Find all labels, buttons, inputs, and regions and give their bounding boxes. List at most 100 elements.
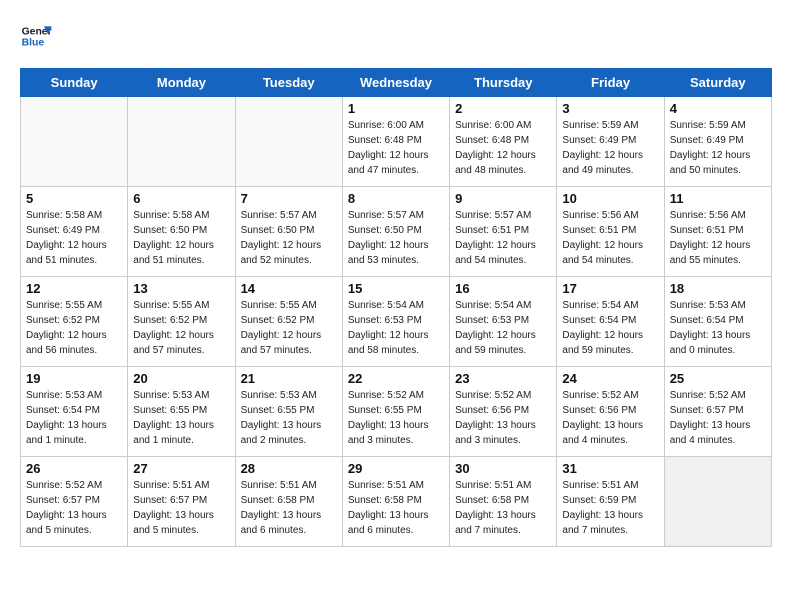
cell-info: Sunrise: 5:53 AMSunset: 6:54 PMDaylight:…	[670, 298, 766, 358]
day-number: 6	[133, 191, 229, 206]
cell-info: Sunrise: 5:58 AMSunset: 6:50 PMDaylight:…	[133, 208, 229, 268]
day-number: 25	[670, 371, 766, 386]
day-header-tuesday: Tuesday	[235, 69, 342, 97]
cell-info: Sunrise: 5:55 AMSunset: 6:52 PMDaylight:…	[133, 298, 229, 358]
day-number: 26	[26, 461, 122, 476]
week-row-5: 26 Sunrise: 5:52 AMSunset: 6:57 PMDayligh…	[21, 457, 772, 547]
cell-info: Sunrise: 5:51 AMSunset: 6:58 PMDaylight:…	[241, 478, 337, 538]
cell-info: Sunrise: 5:57 AMSunset: 6:51 PMDaylight:…	[455, 208, 551, 268]
day-number: 22	[348, 371, 444, 386]
calendar-cell: 16Sunrise: 5:54 AMSunset: 6:53 PMDayligh…	[450, 277, 557, 367]
cell-info: Sunrise: 5:53 AMSunset: 6:55 PMDaylight:…	[241, 388, 337, 448]
day-header-sunday: Sunday	[21, 69, 128, 97]
day-number: 8	[348, 191, 444, 206]
day-number: 7	[241, 191, 337, 206]
day-number: 10	[562, 191, 658, 206]
day-number: 17	[562, 281, 658, 296]
cell-info: Sunrise: 5:51 AMSunset: 6:58 PMDaylight:…	[455, 478, 551, 538]
calendar-cell: 27Sunrise: 5:51 AMSunset: 6:57 PMDayligh…	[128, 457, 235, 547]
calendar-cell: 17 Sunrise: 5:54 AMSunset: 6:54 PMDayligh…	[557, 277, 664, 367]
week-row-3: 12 Sunrise: 5:55 AMSunset: 6:52 PMDayligh…	[21, 277, 772, 367]
day-header-friday: Friday	[557, 69, 664, 97]
day-header-saturday: Saturday	[664, 69, 771, 97]
day-number: 15	[348, 281, 444, 296]
cell-info: Sunrise: 5:55 AMSunset: 6:52 PMDaylight:…	[241, 298, 337, 358]
calendar-cell: 14 Sunrise: 5:55 AMSunset: 6:52 PMDayligh…	[235, 277, 342, 367]
cell-info: Sunrise: 5:54 AMSunset: 6:53 PMDaylight:…	[348, 298, 444, 358]
calendar-cell	[235, 97, 342, 187]
day-number: 18	[670, 281, 766, 296]
logo: General Blue	[20, 20, 52, 52]
calendar-cell: 9 Sunrise: 5:57 AMSunset: 6:51 PMDaylight…	[450, 187, 557, 277]
day-number: 23	[455, 371, 551, 386]
day-number: 3	[562, 101, 658, 116]
day-number: 29	[348, 461, 444, 476]
calendar-cell: 1 Sunrise: 6:00 AMSunset: 6:48 PMDaylight…	[342, 97, 449, 187]
cell-info: Sunrise: 6:00 AMSunset: 6:48 PMDaylight:…	[455, 118, 551, 178]
cell-info: Sunrise: 5:54 AMSunset: 6:53 PMDaylight:…	[455, 298, 551, 358]
calendar-cell: 23 Sunrise: 5:52 AMSunset: 6:56 PMDayligh…	[450, 367, 557, 457]
week-row-4: 19 Sunrise: 5:53 AMSunset: 6:54 PMDayligh…	[21, 367, 772, 457]
calendar-cell: 3Sunrise: 5:59 AMSunset: 6:49 PMDaylight…	[557, 97, 664, 187]
calendar-cell: 8 Sunrise: 5:57 AMSunset: 6:50 PMDaylight…	[342, 187, 449, 277]
calendar-header: General Blue	[20, 20, 772, 52]
day-number: 30	[455, 461, 551, 476]
calendar-cell: 12Sunrise: 5:55 AMSunset: 6:52 PMDayligh…	[21, 277, 128, 367]
calendar-cell: 29 Sunrise: 5:51 AMSunset: 6:58 PMDayligh…	[342, 457, 449, 547]
day-number: 28	[241, 461, 337, 476]
calendar-cell: 22Sunrise: 5:52 AMSunset: 6:55 PMDayligh…	[342, 367, 449, 457]
cell-info: Sunrise: 5:56 AMSunset: 6:51 PMDaylight:…	[562, 208, 658, 268]
calendar-cell: 20Sunrise: 5:53 AMSunset: 6:55 PMDayligh…	[128, 367, 235, 457]
logo-icon: General Blue	[20, 20, 52, 52]
day-number: 5	[26, 191, 122, 206]
calendar-cell: 18 Sunrise: 5:53 AMSunset: 6:54 PMDayligh…	[664, 277, 771, 367]
day-number: 24	[562, 371, 658, 386]
day-number: 1	[348, 101, 444, 116]
day-header-wednesday: Wednesday	[342, 69, 449, 97]
calendar-cell: 10 Sunrise: 5:56 AMSunset: 6:51 PMDayligh…	[557, 187, 664, 277]
svg-text:Blue: Blue	[22, 38, 45, 49]
calendar-cell	[128, 97, 235, 187]
day-header-thursday: Thursday	[450, 69, 557, 97]
calendar-cell: 30 Sunrise: 5:51 AMSunset: 6:58 PMDayligh…	[450, 457, 557, 547]
calendar-cell: 28 Sunrise: 5:51 AMSunset: 6:58 PMDayligh…	[235, 457, 342, 547]
day-number: 19	[26, 371, 122, 386]
cell-info: Sunrise: 5:54 AMSunset: 6:54 PMDaylight:…	[562, 298, 658, 358]
calendar-cell: 5 Sunrise: 5:58 AMSunset: 6:49 PMDaylight…	[21, 187, 128, 277]
cell-info: Sunrise: 5:52 AMSunset: 6:57 PMDaylight:…	[26, 478, 122, 538]
cell-info: Sunrise: 5:51 AMSunset: 6:58 PMDaylight:…	[348, 478, 444, 538]
day-number: 2	[455, 101, 551, 116]
calendar-cell: 6 Sunrise: 5:58 AMSunset: 6:50 PMDaylight…	[128, 187, 235, 277]
calendar-cell: 21Sunrise: 5:53 AMSunset: 6:55 PMDayligh…	[235, 367, 342, 457]
day-number: 14	[241, 281, 337, 296]
cell-info: Sunrise: 5:52 AMSunset: 6:56 PMDaylight:…	[455, 388, 551, 448]
cell-info: Sunrise: 5:53 AMSunset: 6:54 PMDaylight:…	[26, 388, 122, 448]
calendar-table: SundayMondayTuesdayWednesdayThursdayFrid…	[20, 68, 772, 547]
calendar-cell: 13 Sunrise: 5:55 AMSunset: 6:52 PMDayligh…	[128, 277, 235, 367]
calendar-cell: 26 Sunrise: 5:52 AMSunset: 6:57 PMDayligh…	[21, 457, 128, 547]
calendar-cell: 4 Sunrise: 5:59 AMSunset: 6:49 PMDaylight…	[664, 97, 771, 187]
cell-info: Sunrise: 5:53 AMSunset: 6:55 PMDaylight:…	[133, 388, 229, 448]
cell-info: Sunrise: 5:58 AMSunset: 6:49 PMDaylight:…	[26, 208, 122, 268]
day-number: 13	[133, 281, 229, 296]
cell-info: Sunrise: 5:59 AMSunset: 6:49 PMDaylight:…	[670, 118, 766, 178]
day-number: 9	[455, 191, 551, 206]
day-number: 11	[670, 191, 766, 206]
day-number: 27	[133, 461, 229, 476]
day-header-monday: Monday	[128, 69, 235, 97]
day-number: 12	[26, 281, 122, 296]
cell-info: Sunrise: 5:56 AMSunset: 6:51 PMDaylight:…	[670, 208, 766, 268]
cell-info: Sunrise: 5:51 AMSunset: 6:59 PMDaylight:…	[562, 478, 658, 538]
calendar-cell: 24Sunrise: 5:52 AMSunset: 6:56 PMDayligh…	[557, 367, 664, 457]
cell-info: Sunrise: 5:57 AMSunset: 6:50 PMDaylight:…	[348, 208, 444, 268]
day-number: 4	[670, 101, 766, 116]
calendar-cell: 25 Sunrise: 5:52 AMSunset: 6:57 PMDayligh…	[664, 367, 771, 457]
cell-info: Sunrise: 5:57 AMSunset: 6:50 PMDaylight:…	[241, 208, 337, 268]
week-row-2: 5 Sunrise: 5:58 AMSunset: 6:49 PMDaylight…	[21, 187, 772, 277]
cell-info: Sunrise: 5:52 AMSunset: 6:57 PMDaylight:…	[670, 388, 766, 448]
calendar-cell: 2 Sunrise: 6:00 AMSunset: 6:48 PMDaylight…	[450, 97, 557, 187]
calendar-cell: 7 Sunrise: 5:57 AMSunset: 6:50 PMDaylight…	[235, 187, 342, 277]
cell-info: Sunrise: 6:00 AMSunset: 6:48 PMDaylight:…	[348, 118, 444, 178]
days-header-row: SundayMondayTuesdayWednesdayThursdayFrid…	[21, 69, 772, 97]
calendar-cell: 11 Sunrise: 5:56 AMSunset: 6:51 PMDayligh…	[664, 187, 771, 277]
